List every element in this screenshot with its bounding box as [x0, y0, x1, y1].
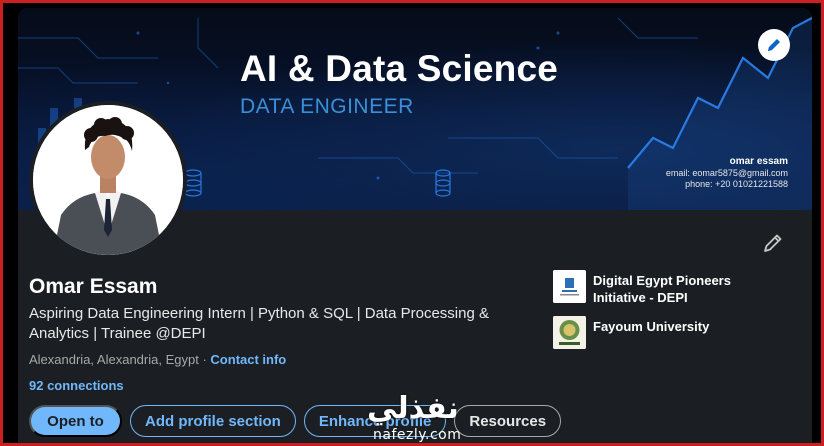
fayoum-logo-icon — [553, 316, 586, 349]
profile-card: AI & Data Science DATA ENGINEER omar ess… — [18, 8, 812, 443]
banner-subtitle: DATA ENGINEER — [240, 95, 414, 118]
watermark-arabic: نفذلي — [367, 391, 459, 426]
banner-contact-phone: phone: +20 01021221588 — [685, 179, 788, 189]
pencil-icon — [768, 39, 780, 51]
profile-name: Omar Essam — [29, 275, 158, 298]
banner-contact-name: omar essam — [729, 156, 788, 167]
contact-info-link[interactable]: Contact info — [210, 352, 286, 367]
banner-title: AI & Data Science — [240, 48, 559, 89]
pencil-icon — [764, 234, 782, 252]
banner-contact-email: email: eomar5875@gmail.com — [665, 168, 788, 178]
avatar[interactable] — [29, 101, 187, 259]
edit-cover-button[interactable] — [758, 29, 790, 61]
fayoum-university-logo — [553, 316, 586, 349]
watermark: نفذلي nafezly.com — [363, 391, 473, 443]
banner-contact: omar essam email: eomar5875@gmail.com ph… — [666, 156, 788, 189]
org-name: Fayoum University — [593, 319, 710, 334]
depi-logo-icon — [553, 270, 586, 303]
watermark-latin: nafezly.com — [373, 427, 462, 443]
window-frame: AI & Data Science DATA ENGINEER omar ess… — [0, 0, 824, 446]
org-name: Digital Egypt Pioneers Initiative - DEPI — [593, 273, 731, 305]
organizations-list: Digital Egypt Pioneers Initiative - DEPI… — [553, 270, 753, 359]
connections-link[interactable]: 92 connections — [29, 378, 124, 393]
add-profile-section-button[interactable]: Add profile section — [130, 405, 296, 437]
edit-intro-button[interactable] — [760, 230, 786, 256]
org-item-fayoum[interactable]: Fayoum University — [553, 316, 753, 349]
avatar-photo — [33, 105, 183, 255]
depi-logo — [553, 270, 586, 303]
location-separator: · — [202, 352, 207, 367]
location-row: Alexandria, Alexandria, Egypt · Contact … — [29, 352, 286, 367]
profile-actions: Open to Add profile section Enhance prof… — [29, 405, 562, 437]
open-to-button[interactable]: Open to — [29, 405, 122, 437]
profile-headline: Aspiring Data Engineering Intern | Pytho… — [29, 305, 489, 342]
org-item-depi[interactable]: Digital Egypt Pioneers Initiative - DEPI — [553, 270, 753, 306]
location-text: Alexandria, Alexandria, Egypt — [29, 352, 199, 367]
